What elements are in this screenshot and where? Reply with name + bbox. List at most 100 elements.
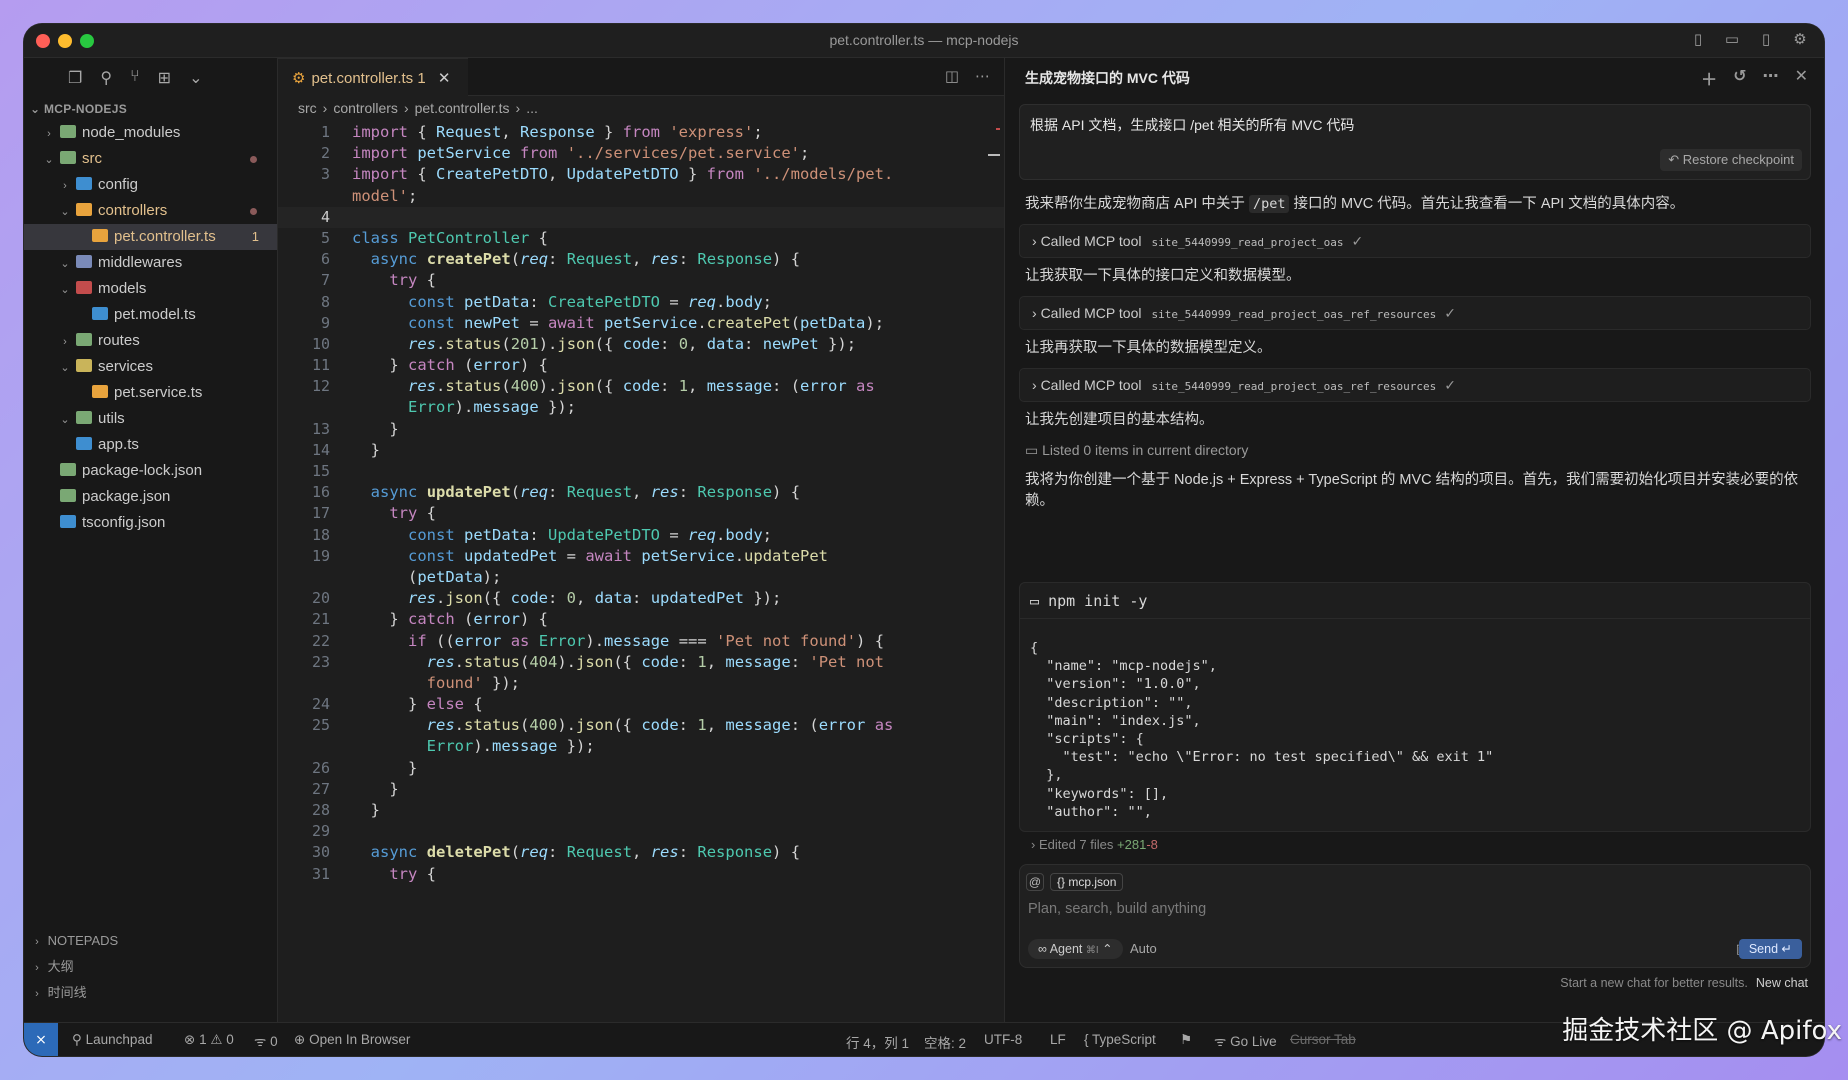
open-in-browser-item[interactable]: ⊕ Open In Browser xyxy=(294,1032,410,1048)
chat-composer[interactable]: @ {} mcp.json Plan, search, build anythi… xyxy=(1019,864,1811,968)
code-line[interactable]: 21 } catch (error) { xyxy=(278,609,1004,630)
code-line[interactable]: 27 } xyxy=(278,779,1004,800)
send-button[interactable]: Send ↵ xyxy=(1738,939,1802,959)
code-line[interactable]: 3 import { CreatePetDTO, UpdatePetDTO } f… xyxy=(278,164,1004,185)
code-line[interactable]: 2 import petService from '../services/pet… xyxy=(278,143,1004,164)
mcp-tool-call-3[interactable]: › Called MCP tool site_5440999_read_proje… xyxy=(1019,368,1811,402)
code-line[interactable]: 24 } else { xyxy=(278,694,1004,715)
context-file-chip[interactable]: {} mcp.json xyxy=(1050,873,1124,891)
toggle-secondary-sidebar-icon[interactable]: ▯ xyxy=(1756,31,1776,49)
breadcrumb-item[interactable]: ... xyxy=(526,100,538,116)
code-line[interactable]: Error).message }); xyxy=(278,397,1004,418)
code-line[interactable]: 13 } xyxy=(278,419,1004,440)
tree-item[interactable]: package-lock.json xyxy=(24,458,277,484)
remote-icon[interactable]: ⨯ xyxy=(24,1023,58,1056)
tree-item[interactable]: ⌄ models xyxy=(24,276,277,302)
code-line[interactable]: 7 try { xyxy=(278,270,1004,291)
close-icon[interactable]: ✕ xyxy=(438,70,451,87)
mcp-tool-call-2[interactable]: › Called MCP tool site_5440999_read_proje… xyxy=(1019,296,1811,330)
new-chat-link[interactable]: New chat xyxy=(1756,976,1808,990)
tree-item[interactable]: tsconfig.json xyxy=(24,510,277,536)
restore-checkpoint-button[interactable]: ↶ Restore checkpoint xyxy=(1660,149,1802,171)
code-line[interactable]: 18 const petData: UpdatePetDTO = req.bod… xyxy=(278,525,1004,546)
code-line[interactable]: 26 } xyxy=(278,758,1004,779)
code-area[interactable]: 1 import { Request, Response } from 'expr… xyxy=(278,122,1004,885)
code-line[interactable]: 12 res.status(400).json({ code: 1, messa… xyxy=(278,376,1004,397)
tree-item[interactable]: › config xyxy=(24,172,277,198)
launchpad-item[interactable]: ⚲ Launchpad xyxy=(72,1032,152,1048)
code-line[interactable]: 20 res.json({ code: 0, data: updatedPet … xyxy=(278,588,1004,609)
sidebar-section[interactable]: › 时间线 xyxy=(24,980,277,1006)
more-actions-icon[interactable]: ⋯ xyxy=(1763,66,1779,90)
code-line[interactable]: 11 } catch (error) { xyxy=(278,355,1004,376)
history-icon[interactable]: ↺ xyxy=(1733,66,1746,90)
code-line[interactable]: 10 res.status(201).json({ code: 0, data:… xyxy=(278,334,1004,355)
tree-item[interactable]: pet.service.ts xyxy=(24,380,277,406)
code-line[interactable]: 17 try { xyxy=(278,503,1004,524)
tree-item[interactable]: ⌄ src xyxy=(24,146,277,172)
code-line[interactable]: 25 res.status(400).json({ code: 1, messa… xyxy=(278,715,1004,736)
tree-item[interactable]: ⌄ utils xyxy=(24,406,277,432)
encoding[interactable]: UTF-8 xyxy=(984,1032,1022,1047)
code-line[interactable]: model'; xyxy=(278,186,1004,207)
model-selector[interactable]: Auto xyxy=(1130,941,1157,956)
more-actions-icon[interactable]: ⋯ xyxy=(975,67,990,85)
project-header[interactable]: ⌄ MCP-NODEJS xyxy=(24,96,277,120)
feedback-icon[interactable]: ⚑ xyxy=(1180,1032,1192,1048)
add-context-button[interactable]: @ xyxy=(1026,873,1044,891)
code-line[interactable]: 9 const newPet = await petService.create… xyxy=(278,313,1004,334)
agent-mode-selector[interactable]: ∞ Agent ⌘I ⌃ xyxy=(1028,939,1123,959)
explorer-files-icon[interactable]: ❐ xyxy=(68,68,82,96)
code-line[interactable]: 16 async updatePet(req: Request, res: Re… xyxy=(278,482,1004,503)
cursor-tab-item[interactable]: Cursor Tab xyxy=(1290,1032,1356,1047)
code-line[interactable]: 6 async createPet(req: Request, res: Res… xyxy=(278,249,1004,270)
tree-item[interactable]: ⌄ middlewares xyxy=(24,250,277,276)
code-line[interactable]: 8 const petData: CreatePetDTO = req.body… xyxy=(278,292,1004,313)
code-line[interactable]: 15 xyxy=(278,461,1004,482)
extensions-icon[interactable]: ⊞ xyxy=(158,68,171,96)
code-line[interactable]: 29 xyxy=(278,821,1004,842)
code-line[interactable]: 30 async deletePet(req: Request, res: Re… xyxy=(278,842,1004,863)
sidebar-section[interactable]: › 大纲 xyxy=(24,954,277,980)
breadcrumb-item[interactable]: src xyxy=(298,100,317,116)
close-icon[interactable]: ✕ xyxy=(1795,66,1808,90)
cursor-position[interactable]: 行 4，列 1 xyxy=(846,1032,909,1052)
toggle-sidebar-icon[interactable]: ▯ xyxy=(1688,31,1708,49)
tree-item[interactable]: › routes xyxy=(24,328,277,354)
split-editor-icon[interactable]: ◫ xyxy=(945,67,959,85)
settings-gear-icon[interactable]: ⚙ xyxy=(1790,31,1810,49)
tree-item[interactable]: app.ts xyxy=(24,432,277,458)
tree-item[interactable]: pet.model.ts xyxy=(24,302,277,328)
mcp-tool-call-1[interactable]: › Called MCP tool site_5440999_read_proje… xyxy=(1019,224,1811,258)
language-mode[interactable]: { TypeScript xyxy=(1084,1032,1156,1047)
breadcrumb-item[interactable]: pet.controller.ts xyxy=(415,100,510,116)
editor-tab[interactable]: ⚙ pet.controller.ts 1 ✕ xyxy=(278,58,468,96)
list-dir-result[interactable]: ▭ Listed 0 items in current directory xyxy=(1025,442,1248,459)
new-chat-plus-icon[interactable]: ＋ xyxy=(1701,66,1717,90)
problems-item[interactable]: ⊗ 1 ⚠ 0 xyxy=(184,1032,234,1048)
code-line[interactable]: 4 xyxy=(278,206,1004,228)
source-control-icon[interactable]: ⑂ xyxy=(130,68,140,96)
user-prompt[interactable]: 根据 API 文档，生成接口 /pet 相关的所有 MVC 代码 ↶ Resto… xyxy=(1019,104,1811,180)
go-live-item[interactable]: ᯤ Go Live xyxy=(1214,1032,1277,1050)
code-line[interactable]: 1 import { Request, Response } from 'expr… xyxy=(278,122,1004,143)
code-line[interactable]: 23 res.status(404).json({ code: 1, messa… xyxy=(278,652,1004,673)
code-line[interactable]: 19 const updatedPet = await petService.u… xyxy=(278,546,1004,567)
code-line[interactable]: found' }); xyxy=(278,673,1004,694)
code-line[interactable]: 22 if ((error as Error).message === 'Pet… xyxy=(278,631,1004,652)
code-line[interactable]: 28 } xyxy=(278,800,1004,821)
line-ending[interactable]: LF xyxy=(1050,1032,1066,1047)
code-line[interactable]: 14 } xyxy=(278,440,1004,461)
tree-item[interactable]: package.json xyxy=(24,484,277,510)
sidebar-section[interactable]: › NOTEPADS xyxy=(24,928,277,954)
terminal-block[interactable]: ▭ npm init -y { "name": "mcp-nodejs", "v… xyxy=(1019,582,1811,832)
breadcrumb-item[interactable]: controllers xyxy=(333,100,398,116)
tree-item[interactable]: › node_modules xyxy=(24,120,277,146)
chevron-down-icon[interactable]: ⌄ xyxy=(189,68,202,96)
edited-files-summary[interactable]: › Edited 7 files +281-8 xyxy=(1019,832,1811,858)
code-line[interactable]: 5 class PetController { xyxy=(278,228,1004,249)
chat-input[interactable]: Plan, search, build anything xyxy=(1028,901,1206,917)
search-icon[interactable]: ⚲ xyxy=(100,68,112,96)
code-line[interactable]: Error).message }); xyxy=(278,736,1004,757)
code-line[interactable]: (petData); xyxy=(278,567,1004,588)
